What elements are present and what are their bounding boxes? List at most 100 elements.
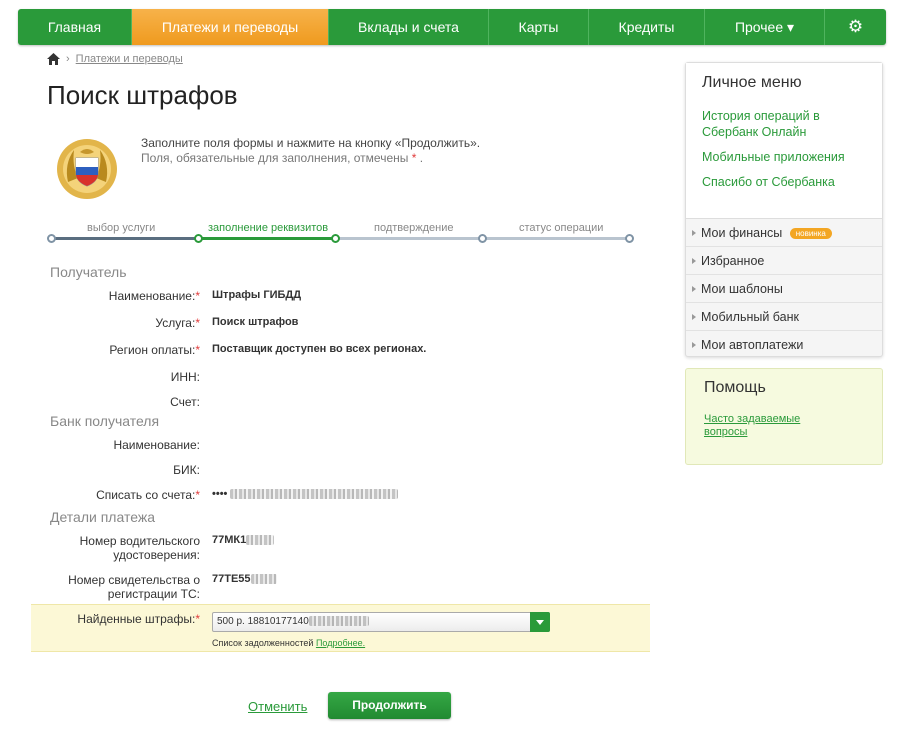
menu-item-mobile-bank[interactable]: Мобильный банк <box>686 303 882 331</box>
debts-list: Список задолженностей Подробнее. <box>212 638 365 648</box>
nav-item-cards[interactable]: Карты <box>489 9 589 45</box>
menu-item-label: Мобильный банк <box>701 310 799 324</box>
nav-item-label: Платежи и переводы <box>161 19 299 35</box>
new-badge: новинка <box>789 228 832 240</box>
license-value: 77МК1 <box>212 534 275 546</box>
required-asterisk: * <box>195 343 200 357</box>
required-note-text: Поля, обязательные для заполнения, отмеч… <box>141 151 409 165</box>
menu-item-favorites[interactable]: Избранное <box>686 247 882 275</box>
nav-item-payments[interactable]: Платежи и переводы <box>132 9 329 45</box>
step-line <box>51 237 199 240</box>
nav-item-deposits[interactable]: Вклады и счета <box>329 9 489 45</box>
fines-label-text: Найденные штрафы: <box>77 612 196 626</box>
section-recipient: Получатель <box>50 264 127 280</box>
chevron-down-icon[interactable] <box>530 612 550 632</box>
progress-steps: выбор услуги заполнение реквизитов подтв… <box>47 220 637 250</box>
spasibo-link[interactable]: Спасибо от Сбербанка <box>702 174 866 190</box>
service-value: Поиск штрафов <box>212 316 299 328</box>
vehicle-value: 77ТЕ55 <box>212 573 277 585</box>
breadcrumb-separator: › <box>66 53 70 65</box>
bik-label: БИК: <box>173 463 200 477</box>
nav-item-label: Главная <box>47 19 102 35</box>
required-asterisk: * <box>195 488 200 502</box>
redacted-block <box>250 574 277 585</box>
region-label: Регион оплаты:* <box>109 343 200 357</box>
breadcrumb-link-payments[interactable]: Платежи и переводы <box>76 53 183 65</box>
fines-select-value: 500 р. 18810177140 <box>217 616 309 627</box>
required-asterisk: * <box>195 289 200 303</box>
debts-more-link[interactable]: Подробнее. <box>316 638 365 648</box>
nav-item-credits[interactable]: Кредиты <box>589 9 705 45</box>
vehicle-number: 77ТЕ55 <box>212 573 251 585</box>
personal-menu-header: Личное меню История операций в Сбербанк … <box>686 63 882 219</box>
name-label: Наименование:* <box>109 289 200 303</box>
nav-item-other[interactable]: Прочее ▾ <box>705 9 825 45</box>
page-title: Поиск штрафов <box>47 80 238 110</box>
step-dot-current <box>331 234 340 243</box>
step-label: статус операции <box>519 222 604 234</box>
menu-item-label: Избранное <box>701 254 765 268</box>
breadcrumb: › Платежи и переводы <box>47 53 183 65</box>
help-title: Помощь <box>704 379 766 396</box>
nav-item-label: Вклады и счета <box>358 19 459 35</box>
menu-item-label: Мои автоплатежи <box>701 338 804 352</box>
history-link[interactable]: История операций в Сбербанк Онлайн <box>702 108 866 140</box>
faq-link[interactable]: Часто задаваемые вопросы <box>704 413 814 439</box>
cancel-link[interactable]: Отменить <box>248 699 307 714</box>
step-line-current <box>199 237 336 240</box>
redacted-block <box>246 535 275 546</box>
step-label-current: заполнение реквизитов <box>208 222 329 234</box>
step-label: подтверждение <box>374 222 454 234</box>
step-dot <box>478 234 487 243</box>
settings-button[interactable]: ⚙ <box>825 9 886 45</box>
required-note: Поля, обязательные для заполнения, отмеч… <box>141 151 480 166</box>
gear-icon: ⚙ <box>847 17 864 36</box>
top-navigation: Главная Платежи и переводы Вклады и счет… <box>18 9 886 45</box>
menu-item-label: Мои финансы <box>701 226 783 240</box>
nav-item-label: Карты <box>518 19 559 35</box>
section-bank: Банк получателя <box>50 413 160 429</box>
redacted-block <box>308 616 369 627</box>
fines-select[interactable]: 500 р. 18810177140 <box>212 612 550 632</box>
menu-item-autopayments[interactable]: Мои автоплатежи <box>686 331 882 359</box>
service-label: Услуга:* <box>155 316 200 330</box>
help-panel: Помощь Часто задаваемые вопросы <box>685 368 883 465</box>
vehicle-label: Номер свидетельства о регистрации ТС: <box>68 573 200 601</box>
gibdd-emblem-icon <box>57 139 117 199</box>
license-number: 77МК1 <box>212 534 247 546</box>
step-dot-current <box>194 234 203 243</box>
instruction-line: Заполните поля формы и нажмите на кнопку… <box>141 136 481 150</box>
inn-label: ИНН: <box>170 370 200 384</box>
service-label-text: Услуга: <box>155 316 196 330</box>
debit-label-text: Списать со счета: <box>96 488 196 502</box>
license-label: Номер водительского удостоверения: <box>79 534 200 562</box>
menu-item-label: Мои шаблоны <box>701 282 783 296</box>
redacted-block <box>230 489 399 500</box>
debit-account-label: Списать со счета:* <box>96 488 200 502</box>
step-label: выбор услуги <box>87 222 156 234</box>
fines-label: Найденные штрафы:* <box>77 612 200 626</box>
nav-item-main[interactable]: Главная <box>18 9 132 45</box>
step-dot <box>47 234 56 243</box>
required-note-end: . <box>419 151 424 165</box>
mobile-apps-link[interactable]: Мобильные приложения <box>702 149 866 165</box>
debit-account-mask: •••• <box>212 488 228 500</box>
bank-name-label: Наименование: <box>113 438 200 452</box>
name-value: Штрафы ГИБДД <box>212 289 302 301</box>
section-details: Детали платежа <box>50 509 155 525</box>
nav-item-label: Кредиты <box>618 19 675 35</box>
continue-button[interactable]: Продолжить <box>328 692 451 719</box>
required-asterisk: * <box>195 612 200 626</box>
debts-text: Список задолженностей <box>212 638 314 648</box>
home-icon[interactable] <box>47 53 60 65</box>
name-label-text: Наименование: <box>108 289 196 303</box>
required-asterisk: * <box>195 316 200 330</box>
form-instructions: Заполните поля формы и нажмите на кнопку… <box>141 136 480 166</box>
menu-item-finances[interactable]: Мои финансы новинка <box>686 219 882 247</box>
personal-menu: Личное меню История операций в Сбербанк … <box>685 62 883 357</box>
required-asterisk: * <box>411 151 417 165</box>
region-value: Поставщик доступен во всех регионах. <box>212 343 427 355</box>
debit-account-value: •••• <box>212 488 399 500</box>
menu-item-templates[interactable]: Мои шаблоны <box>686 275 882 303</box>
region-label-text: Регион оплаты: <box>109 343 196 357</box>
